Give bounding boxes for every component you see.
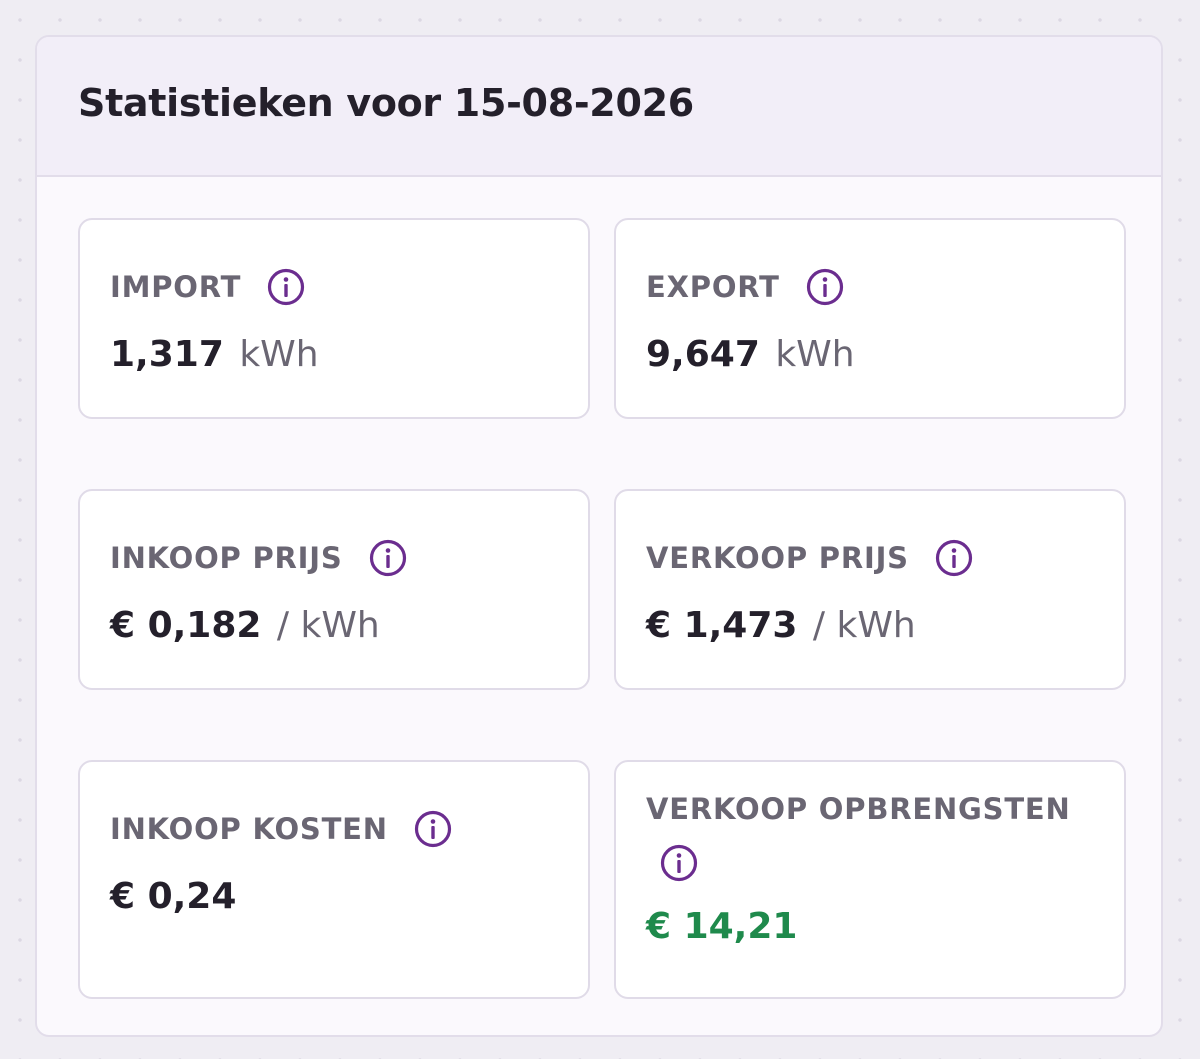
info-icon[interactable]: [369, 539, 407, 577]
stat-number: € 0,24: [110, 876, 237, 917]
info-icon[interactable]: [414, 810, 452, 848]
statistics-card: Statistieken voor 15-08-2026 IMPORT 1,31…: [35, 35, 1163, 1037]
stat-tile-inkoop-kosten: INKOOP KOSTEN € 0,24: [78, 760, 590, 999]
stat-unit: / kWh: [812, 605, 916, 646]
stat-label-verkoop-opbrengsten: VERKOOP OPBRENGSTEN: [646, 792, 1071, 826]
card-header: Statistieken voor 15-08-2026: [37, 37, 1161, 177]
stat-tile-import: IMPORT 1,317 kWh: [78, 218, 590, 419]
stat-tile-export: EXPORT 9,647 kWh: [614, 218, 1126, 419]
stat-tile-inkoop-prijs: INKOOP PRIJS € 0,182 / kWh: [78, 489, 590, 690]
stat-info-row: [646, 844, 1094, 882]
stat-label-row: VERKOOP OPBRENGSTEN: [646, 790, 1094, 828]
stat-value-inkoop-kosten: € 0,24: [110, 876, 558, 917]
stat-value-inkoop-prijs: € 0,182 / kWh: [110, 605, 558, 646]
stat-label-inkoop-kosten: INKOOP KOSTEN: [110, 812, 388, 846]
info-icon[interactable]: [267, 268, 305, 306]
stat-unit: kWh: [775, 334, 855, 375]
stat-label-import: IMPORT: [110, 270, 242, 304]
stat-number: € 14,21: [646, 906, 798, 947]
stat-value-export: 9,647 kWh: [646, 334, 1094, 375]
stat-label-verkoop-prijs: VERKOOP PRIJS: [646, 541, 909, 575]
stat-label-inkoop-prijs: INKOOP PRIJS: [110, 541, 343, 575]
stat-label-row: INKOOP PRIJS: [110, 539, 558, 577]
stat-value-verkoop-opbrengsten: € 14,21: [646, 906, 1094, 947]
stat-tile-verkoop-prijs: VERKOOP PRIJS € 1,473 / kWh: [614, 489, 1126, 690]
stat-label-export: EXPORT: [646, 270, 780, 304]
stat-number: € 1,473: [646, 605, 798, 646]
stat-unit: / kWh: [276, 605, 380, 646]
stat-unit: kWh: [239, 334, 319, 375]
stat-value-import: 1,317 kWh: [110, 334, 558, 375]
info-icon[interactable]: [806, 268, 844, 306]
stat-label-row: EXPORT: [646, 268, 1094, 306]
stat-label-row: VERKOOP PRIJS: [646, 539, 1094, 577]
stat-number: 1,317: [110, 334, 224, 375]
stat-label-row: INKOOP KOSTEN: [110, 810, 558, 848]
card-title: Statistieken voor 15-08-2026: [78, 81, 694, 125]
stat-label-row: IMPORT: [110, 268, 558, 306]
info-icon[interactable]: [935, 539, 973, 577]
stat-value-verkoop-prijs: € 1,473 / kWh: [646, 605, 1094, 646]
stat-number: € 0,182: [110, 605, 262, 646]
stat-number: 9,647: [646, 334, 760, 375]
info-icon[interactable]: [660, 844, 698, 882]
stat-tile-verkoop-opbrengsten: VERKOOP OPBRENGSTEN € 14,21: [614, 760, 1126, 999]
